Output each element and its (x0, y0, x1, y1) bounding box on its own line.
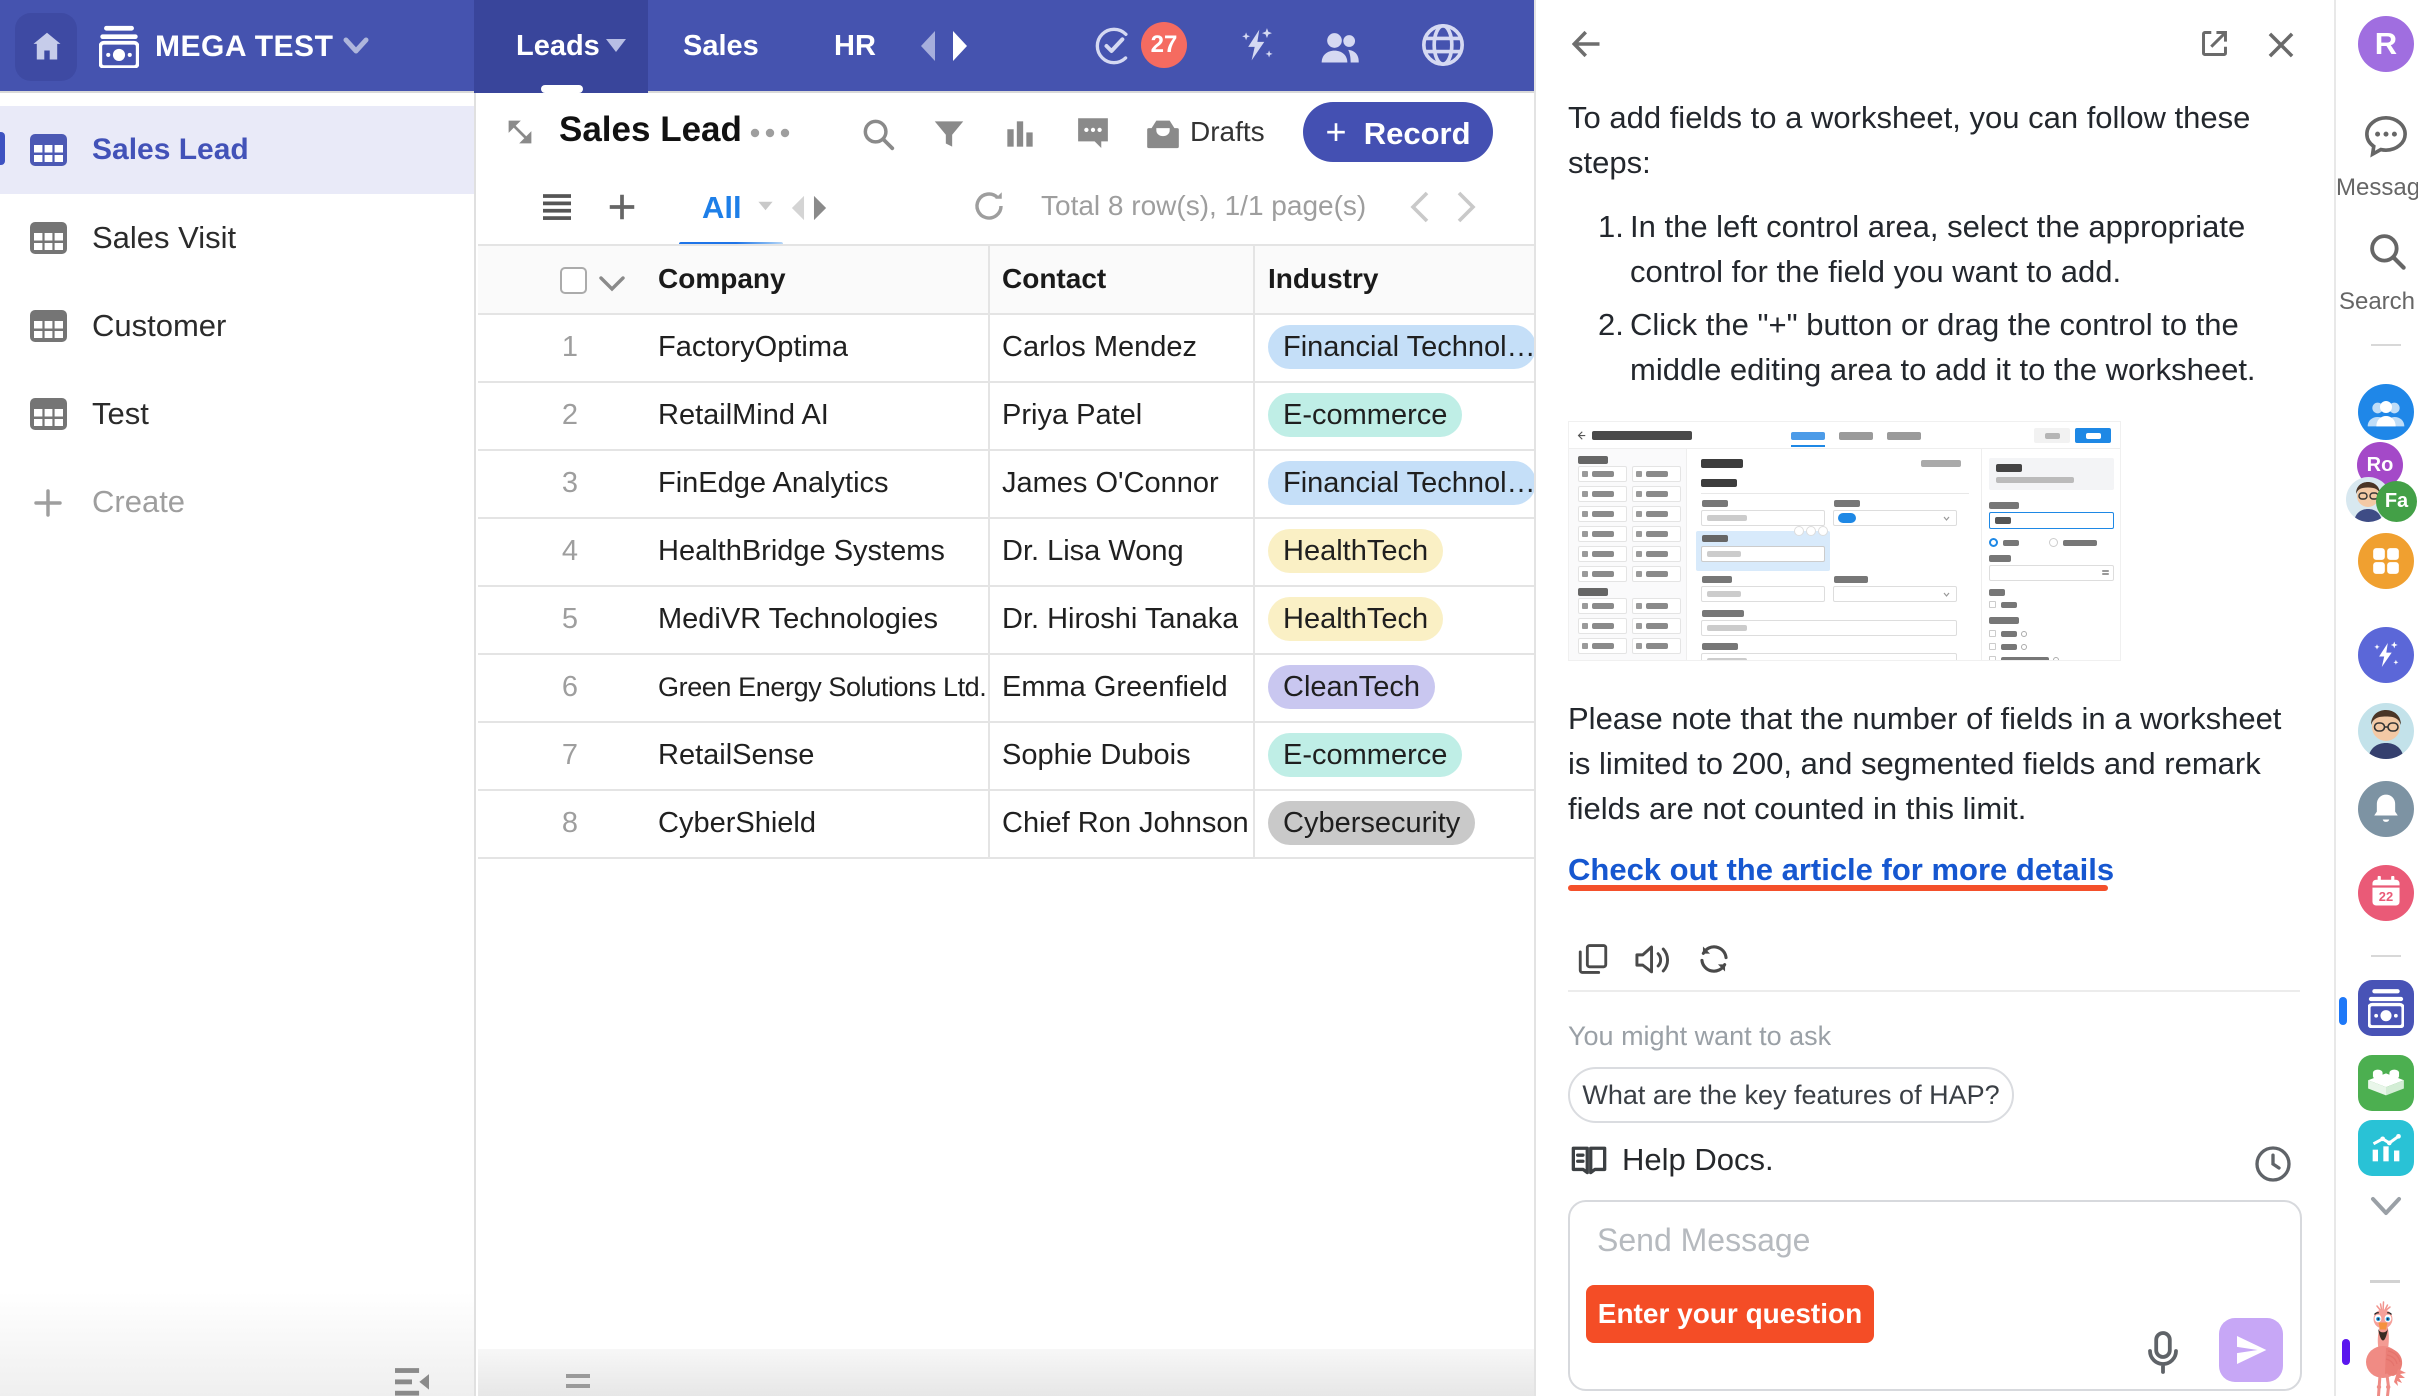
svg-text:22: 22 (2379, 889, 2393, 904)
